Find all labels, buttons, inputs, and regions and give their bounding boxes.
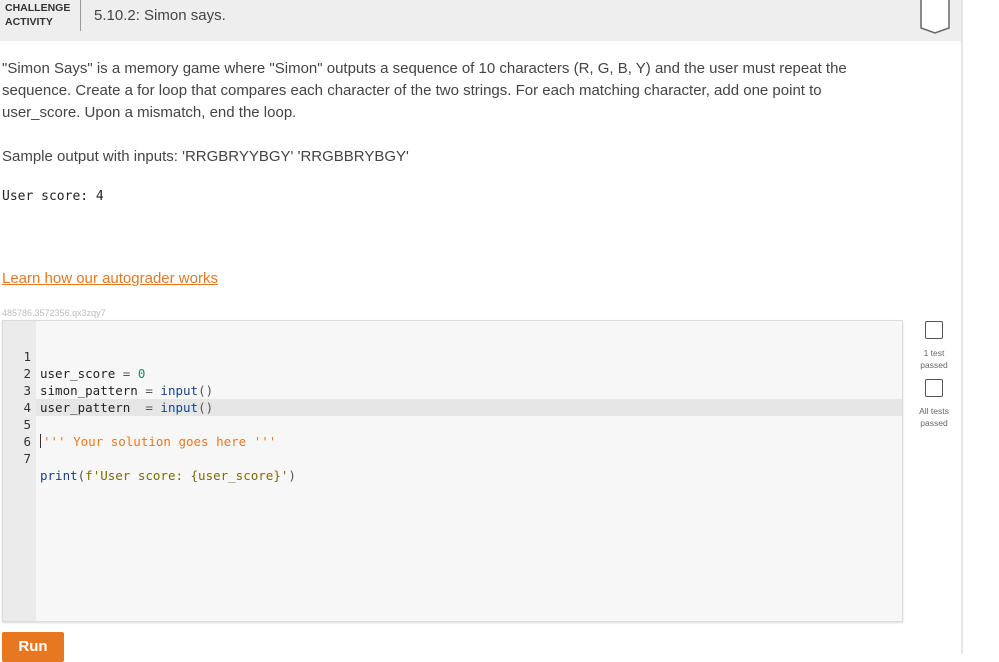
- test-result-label: 1 test passed: [914, 347, 954, 371]
- activity-type-label: CHALLENGE ACTIVITY: [5, 1, 70, 29]
- code-line[interactable]: 6: [3, 416, 48, 449]
- code-line[interactable]: 2 simon_pattern = input(): [3, 348, 213, 398]
- header-divider: [80, 0, 81, 31]
- code-editor[interactable]: 1 user_score = 0 2 simon_pattern = input…: [2, 320, 903, 622]
- code-line[interactable]: 7 print(f'User score: {user_score}'): [3, 433, 295, 483]
- test-result-checkbox-icon: [925, 321, 943, 339]
- activity-type-line2: ACTIVITY: [5, 16, 53, 28]
- test-result-line1: 1 test: [923, 348, 945, 358]
- code-line[interactable]: 1 user_score = 0: [3, 331, 145, 381]
- code-line-active[interactable]: 5 ''' Your solution goes here ''': [3, 399, 276, 449]
- all-tests-line1: All tests: [919, 406, 949, 416]
- run-button[interactable]: Run: [2, 632, 64, 662]
- challenge-page: CHALLENGE ACTIVITY 5.10.2: Simon says. "…: [0, 0, 961, 662]
- code-line[interactable]: 3 user_pattern = input(): [3, 365, 213, 415]
- code-text[interactable]: ''' Your solution goes here ''': [40, 433, 276, 450]
- activity-description: "Simon Says" is a memory game where "Sim…: [2, 60, 847, 121]
- activity-id: 485786.3572356.qx3zqy7: [2, 308, 106, 318]
- all-tests-label: All tests passed: [914, 405, 954, 429]
- code-text[interactable]: user_score = 0: [40, 365, 145, 382]
- code-line[interactable]: 4: [3, 382, 48, 415]
- code-text[interactable]: simon_pattern = input(): [40, 382, 213, 399]
- test-result-line2: passed: [920, 360, 948, 370]
- activity-title: 5.10.2: Simon says.: [94, 7, 226, 24]
- sample-output-label: Sample output with inputs: 'RRGBRYYBGY' …: [2, 148, 409, 165]
- code-text[interactable]: user_pattern = input(): [40, 399, 213, 416]
- autograder-help-link[interactable]: Learn how our autograder works: [2, 270, 218, 287]
- all-tests-checkbox-icon: [925, 379, 943, 397]
- line-number: 7: [23, 451, 31, 466]
- all-tests-line2: passed: [920, 418, 948, 428]
- completion-badge-icon: [920, 0, 950, 34]
- sample-output: User score: 4: [2, 189, 104, 204]
- page-right-border: [961, 0, 963, 654]
- code-text[interactable]: print(f'User score: {user_score}'): [40, 467, 296, 484]
- activity-header: CHALLENGE ACTIVITY 5.10.2: Simon says.: [0, 0, 961, 41]
- activity-type-line1: CHALLENGE: [5, 2, 71, 14]
